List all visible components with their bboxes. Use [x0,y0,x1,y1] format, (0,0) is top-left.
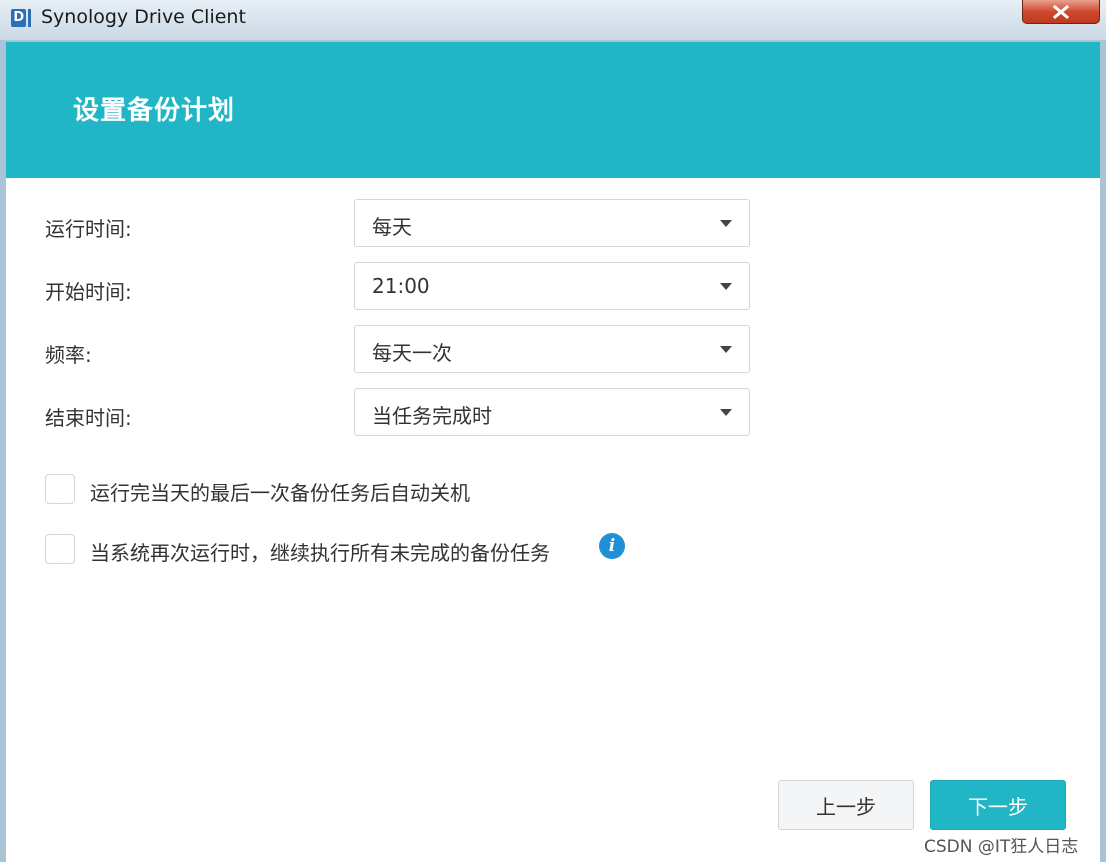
resume-checkbox[interactable] [45,534,75,564]
frequency-value: 每天一次 [372,341,452,365]
start-time-select[interactable]: 21:00 [354,262,750,310]
end-time-label: 结束时间: [45,406,132,430]
dropdown-caret-icon [720,283,732,290]
window-titlebar: D Synology Drive Client [0,0,1106,40]
start-time-label: 开始时间: [45,280,132,304]
synology-drive-icon: D [11,8,31,28]
end-time-value: 当任务完成时 [372,404,492,428]
run-time-label: 运行时间: [45,217,132,241]
frequency-select[interactable]: 每天一次 [354,325,750,373]
window-title: Synology Drive Client [41,6,246,28]
close-button[interactable] [1022,0,1100,24]
end-time-select[interactable]: 当任务完成时 [354,388,750,436]
shutdown-option-label: 运行完当天的最后一次备份任务后自动关机 [90,481,470,505]
watermark-text: CSDN @IT狂人日志 [924,837,1079,857]
start-time-value: 21:00 [372,274,430,298]
run-time-value: 每天 [372,215,412,239]
backup-schedule-dialog: 设置备份计划 运行时间: 每天 开始时间: 21:00 频率: 每天一次 结束时… [6,42,1100,862]
resume-option-label: 当系统再次运行时，继续执行所有未完成的备份任务 [90,541,550,565]
dialog-title: 设置备份计划 [73,96,236,126]
dropdown-caret-icon [720,346,732,353]
close-x-icon [1052,4,1070,19]
dropdown-caret-icon [720,220,732,227]
next-step-button[interactable]: 下一步 [930,780,1066,830]
dropdown-caret-icon [720,409,732,416]
previous-step-button[interactable]: 上一步 [778,780,914,830]
shutdown-checkbox[interactable] [45,474,75,504]
info-icon[interactable]: i [599,533,625,559]
run-time-select[interactable]: 每天 [354,199,750,247]
frequency-label: 频率: [45,343,92,367]
dialog-header: 设置备份计划 [6,42,1100,178]
